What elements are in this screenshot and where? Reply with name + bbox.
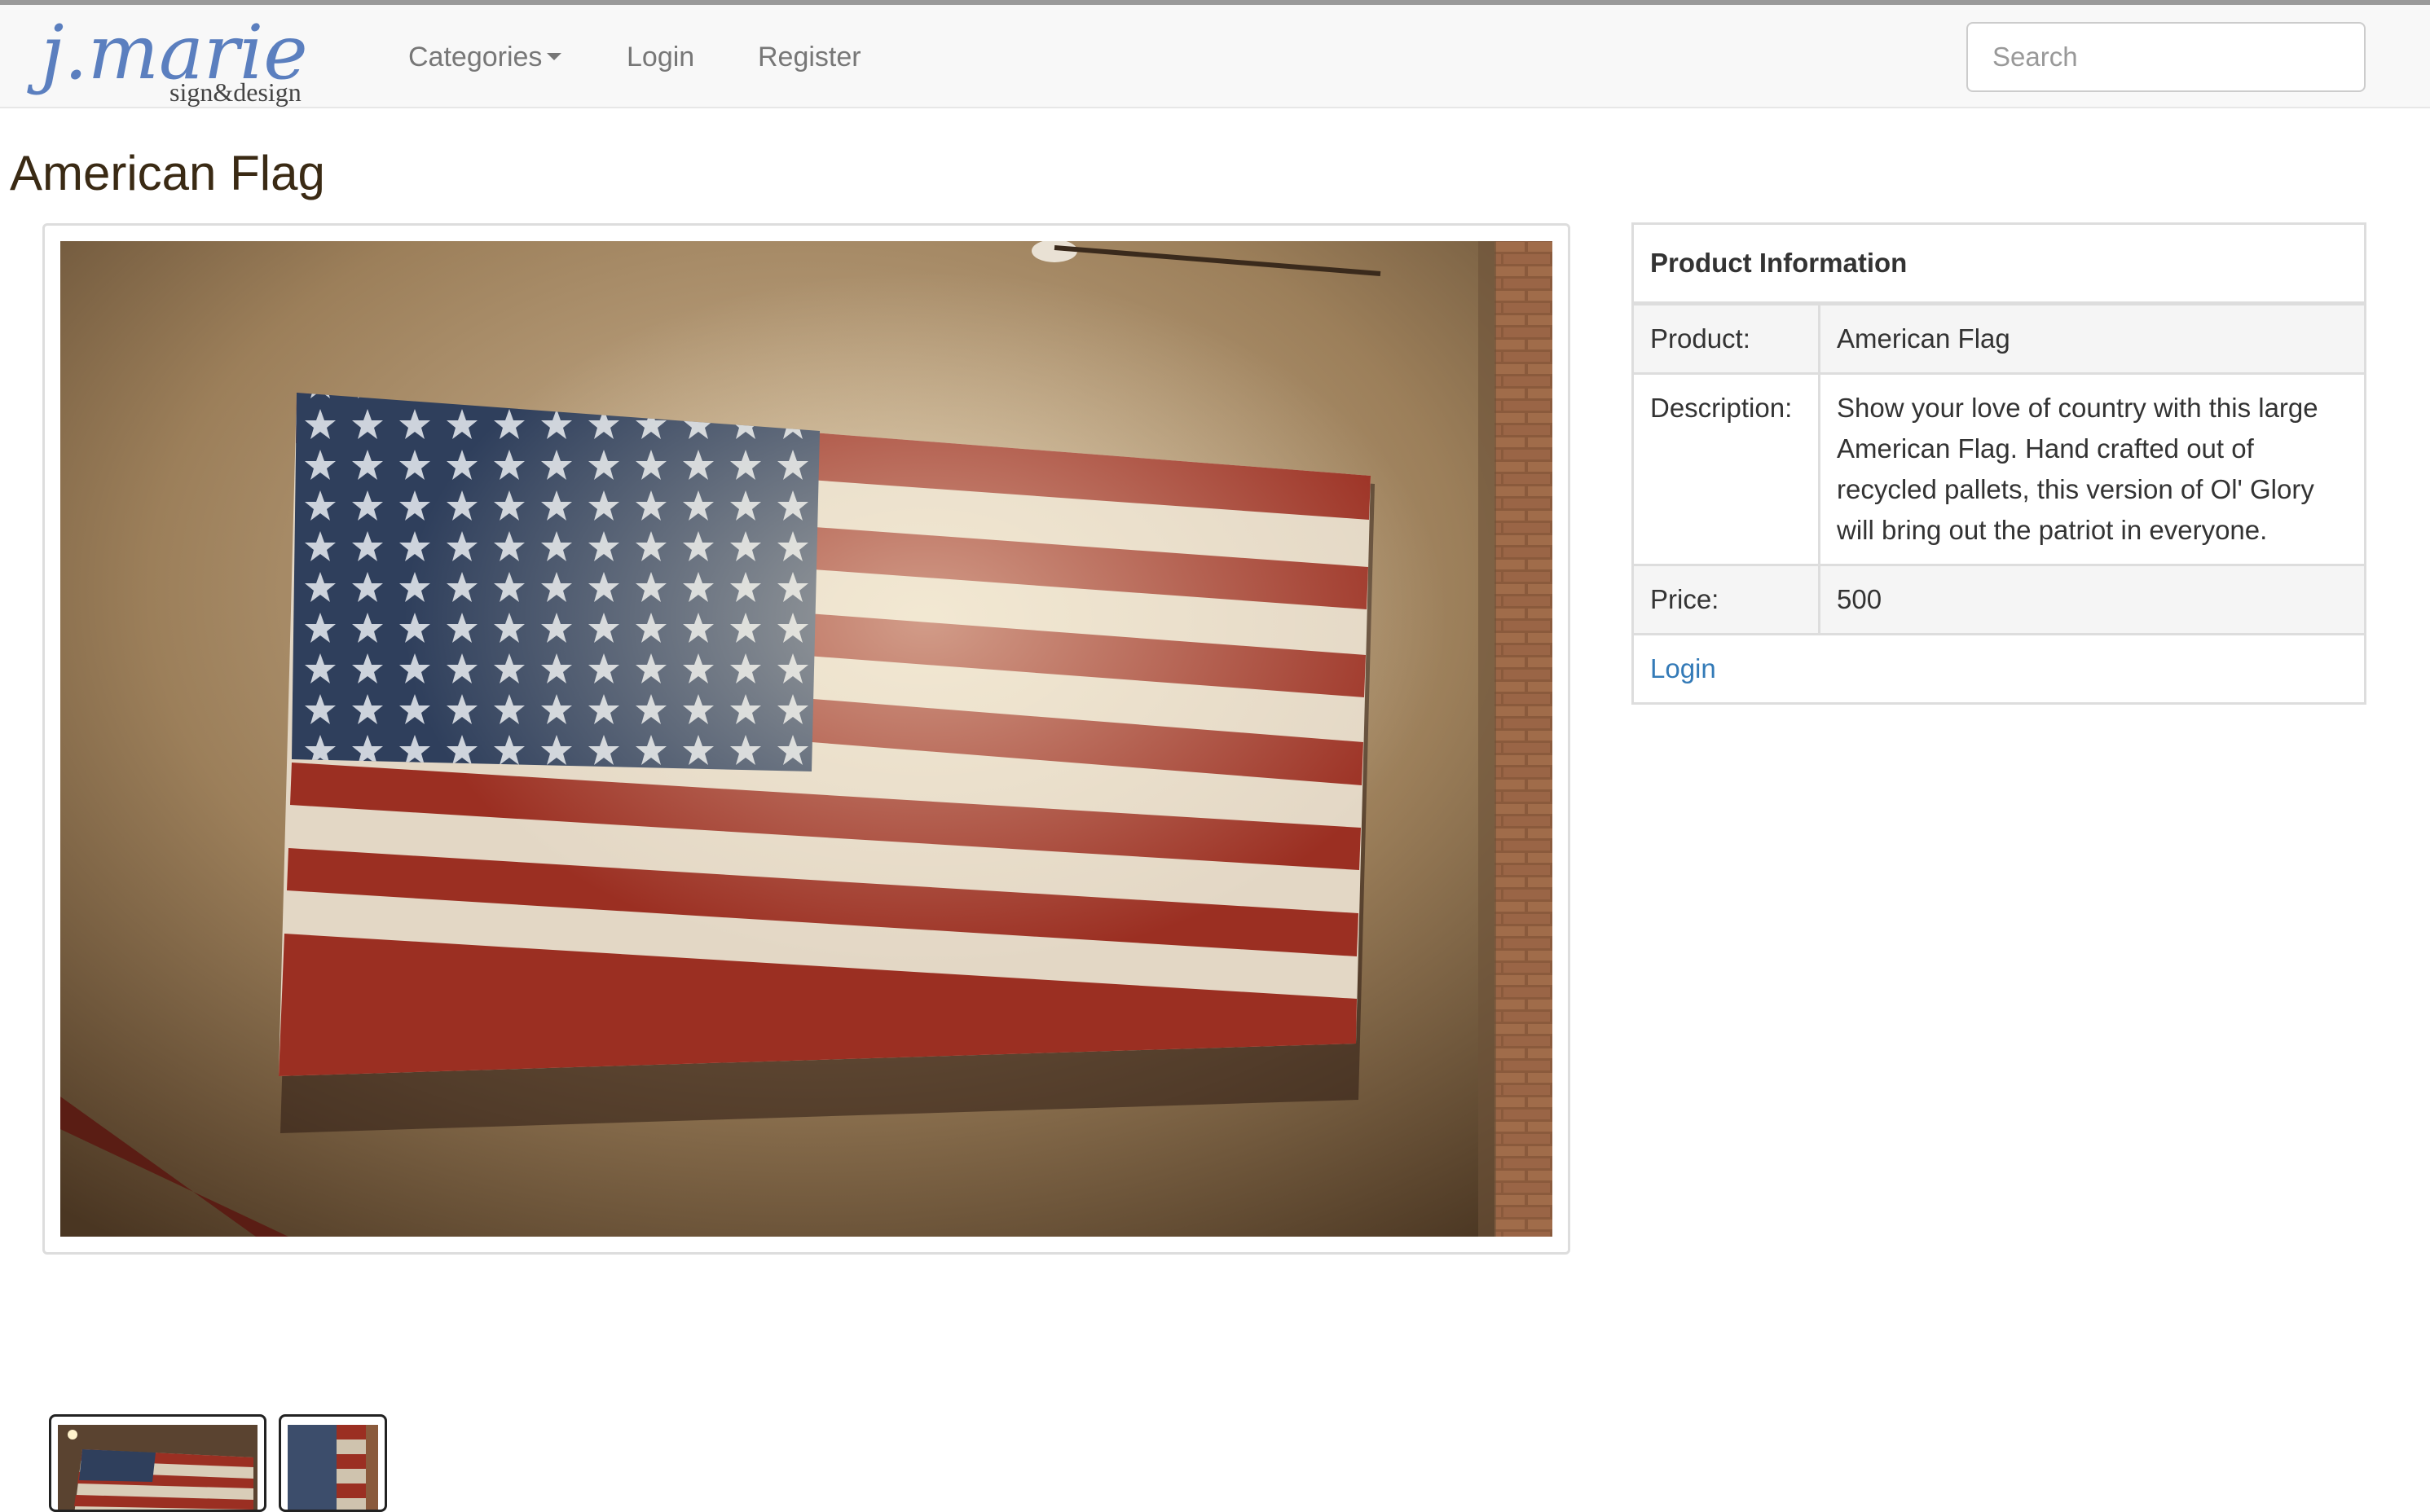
- price-label: Price:: [1631, 564, 1820, 635]
- nav-register-link[interactable]: Register: [758, 41, 861, 73]
- logo-tagline: sign&design: [169, 77, 302, 107]
- product-value: American Flag: [1818, 302, 2366, 375]
- table-row: Login: [1631, 633, 2366, 705]
- table-header: Product Information: [1631, 222, 2366, 305]
- categories-label: Categories: [408, 42, 543, 73]
- caret-down-icon: [547, 52, 562, 60]
- description-value: Show your love of country with this larg…: [1818, 372, 2366, 566]
- login-cell: Login: [1631, 633, 2366, 705]
- nav-login-link[interactable]: Login: [627, 41, 694, 73]
- search-input[interactable]: [1966, 22, 2366, 92]
- wooden-flag-art: [60, 241, 1552, 1237]
- table-header-row: Product Information: [1631, 222, 2366, 305]
- product-label: Product:: [1631, 302, 1820, 375]
- table-row: Price: 500: [1631, 564, 2366, 635]
- thumbnail-1[interactable]: [49, 1414, 266, 1512]
- description-label: Description:: [1631, 372, 1820, 566]
- thumbnail-image-2: [288, 1425, 378, 1510]
- product-info-table: Product Information Product: American Fl…: [1631, 222, 2366, 705]
- product-image-frame: [42, 223, 1570, 1255]
- table-row: Product: American Flag: [1631, 302, 2366, 375]
- table-row: Description: Show your love of country w…: [1631, 372, 2366, 566]
- page-title: American Flag: [10, 146, 325, 200]
- logo-graphic: j.marie sign&design: [27, 9, 308, 107]
- table-login-link[interactable]: Login: [1650, 653, 1716, 683]
- thumbnail-2[interactable]: [279, 1414, 387, 1512]
- thumbnail-image-1: [58, 1425, 258, 1510]
- categories-dropdown[interactable]: Categories: [408, 41, 562, 73]
- navbar: j.marie sign&design Categories Login Reg…: [0, 5, 2430, 108]
- brand-logo[interactable]: j.marie sign&design: [27, 9, 359, 135]
- product-main-image[interactable]: [60, 241, 1552, 1237]
- price-value: 500: [1818, 564, 2366, 635]
